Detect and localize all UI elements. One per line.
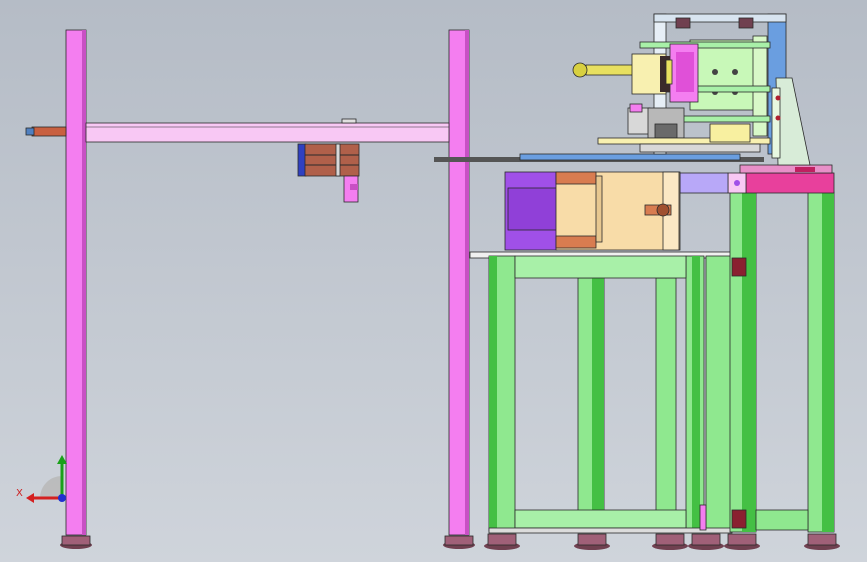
top-beam <box>85 122 450 143</box>
turntable-plate <box>434 153 764 162</box>
gantry-frame <box>25 29 475 549</box>
rod-cylinder <box>31 126 67 137</box>
z-axis-dot <box>58 494 66 502</box>
gantry-feet <box>60 535 475 549</box>
cad-viewport[interactable]: X <box>0 0 867 562</box>
mechanism-plate <box>689 39 755 111</box>
right-bracket <box>775 77 811 166</box>
upper-mechanism <box>572 13 811 166</box>
top-table <box>745 172 835 194</box>
lower-frame <box>469 251 736 534</box>
slider-carriage <box>297 143 360 203</box>
push-cylinder <box>585 64 637 76</box>
x-axis-label: X <box>16 488 23 499</box>
machine-feet <box>484 533 840 550</box>
machine-drawing: X <box>16 13 840 550</box>
coordinate-triad: X <box>16 455 67 503</box>
motor-assembly <box>504 171 681 251</box>
